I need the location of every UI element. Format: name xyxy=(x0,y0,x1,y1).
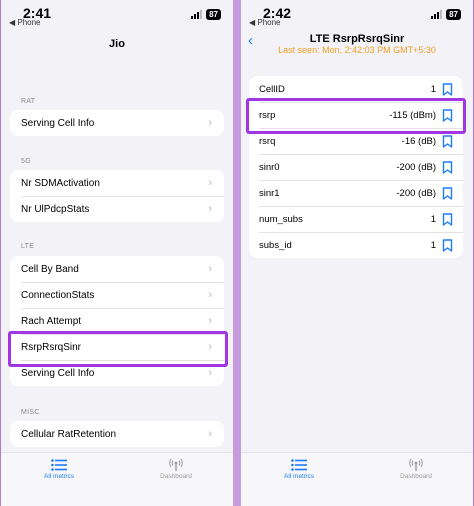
section-header-lte: LTE xyxy=(21,243,35,250)
antenna-icon xyxy=(169,459,183,471)
list-item-connectionstats[interactable]: ConnectionStats › xyxy=(10,282,224,308)
tab-label: All metrics xyxy=(284,473,314,480)
page-title: Jio xyxy=(109,38,125,50)
list-item-label: Nr UlPdcpStats xyxy=(21,203,90,215)
tab-bar: All metrics Dashboard xyxy=(1,452,233,506)
chevron-right-icon: › xyxy=(208,263,212,275)
tab-all-metrics[interactable]: All metrics xyxy=(19,459,99,480)
back-to-phone-link[interactable]: ◀ Phone xyxy=(9,18,41,27)
list-item-nr-sdmactivation[interactable]: Nr SDMActivation › xyxy=(10,170,224,196)
section-header-misc: MISC xyxy=(21,409,40,416)
metric-label: subs_id xyxy=(259,239,292,251)
metric-row-sinr0: sinr0 -200 (dB) xyxy=(249,154,463,180)
group-rat: Serving Cell Info › xyxy=(10,110,224,136)
metric-row-num-subs: num_subs 1 xyxy=(249,206,463,232)
tab-dashboard[interactable]: Dashboard xyxy=(376,459,456,480)
metric-value: 1 xyxy=(430,83,436,95)
tab-label: Dashboard xyxy=(160,473,192,480)
highlight-box xyxy=(246,98,466,134)
metric-value: -200 (dB) xyxy=(396,161,436,173)
chevron-right-icon: › xyxy=(208,203,212,215)
list-icon xyxy=(291,459,307,471)
list-item-label: Serving Cell Info xyxy=(21,367,95,379)
status-icons: 87 xyxy=(191,9,221,20)
chevron-right-icon: › xyxy=(208,315,212,327)
list-item-cellular-ratretention[interactable]: Cellular RatRetention › xyxy=(10,421,224,447)
tab-all-metrics[interactable]: All metrics xyxy=(259,459,339,480)
bookmark-icon[interactable] xyxy=(442,186,453,200)
list-item-nr-ulpdcpstats[interactable]: Nr UlPdcpStats › xyxy=(10,196,224,222)
group-misc: Cellular RatRetention › xyxy=(10,421,224,447)
list-item-label: Nr SDMActivation xyxy=(21,177,100,189)
bookmark-icon[interactable] xyxy=(442,160,453,174)
highlight-box xyxy=(8,331,228,367)
metric-value: -200 (dB) xyxy=(396,187,436,199)
bookmark-icon[interactable] xyxy=(442,82,453,96)
metric-value: 1 xyxy=(430,239,436,251)
back-to-phone-link[interactable]: ◀ Phone xyxy=(249,18,281,27)
chevron-right-icon: › xyxy=(208,367,212,379)
antenna-icon xyxy=(409,459,423,471)
tab-label: All metrics xyxy=(44,473,74,480)
metric-label: sinr1 xyxy=(259,187,280,199)
metric-label: rsrq xyxy=(259,135,276,147)
metric-value: 1 xyxy=(430,213,436,225)
tab-bar: All metrics Dashboard xyxy=(241,452,473,506)
metric-label: sinr0 xyxy=(259,161,280,173)
divider xyxy=(233,0,241,506)
list-item-cell-by-band[interactable]: Cell By Band › xyxy=(10,256,224,282)
metric-label: num_subs xyxy=(259,213,303,225)
metric-row-sinr1: sinr1 -200 (dB) xyxy=(249,180,463,206)
right-screen: 2:42 ◀ Phone 87 ‹ LTE RsrpRsrqSinr Last … xyxy=(241,0,473,506)
section-header-rat: RAT xyxy=(21,98,36,105)
battery-icon: 87 xyxy=(446,9,461,20)
chevron-right-icon: › xyxy=(208,289,212,301)
list-item-label: Cell By Band xyxy=(21,263,79,275)
metric-value: -16 (dB) xyxy=(401,135,436,147)
list-item-label: Cellular RatRetention xyxy=(21,428,117,440)
signal-icon xyxy=(431,10,443,19)
list-item-label: Rach Attempt xyxy=(21,315,82,327)
list-item-label: Serving Cell Info xyxy=(21,117,95,129)
status-icons: 87 xyxy=(431,9,461,20)
bookmark-icon[interactable] xyxy=(442,212,453,226)
metric-label: CellID xyxy=(259,83,285,95)
left-screen: 2:41 ◀ Phone 87 Jio RAT Serving Cell Inf… xyxy=(1,0,233,506)
section-header-5g: 5G xyxy=(21,158,31,165)
bookmark-icon[interactable] xyxy=(442,134,453,148)
page-title: LTE RsrpRsrqSinr xyxy=(309,33,405,45)
signal-icon xyxy=(191,10,203,19)
last-seen-subtitle: Last seen: Mon, 2:42:03 PM GMT+5:30 xyxy=(278,45,436,55)
chevron-right-icon: › xyxy=(208,428,212,440)
list-icon xyxy=(51,459,67,471)
chevron-right-icon: › xyxy=(208,117,212,129)
bookmark-icon[interactable] xyxy=(442,238,453,252)
metric-row-subs-id: subs_id 1 xyxy=(249,232,463,258)
battery-icon: 87 xyxy=(206,9,221,20)
group-5g: Nr SDMActivation › Nr UlPdcpStats › xyxy=(10,170,224,222)
tab-label: Dashboard xyxy=(400,473,432,480)
list-item-serving-cell-info[interactable]: Serving Cell Info › xyxy=(10,110,224,136)
chevron-right-icon: › xyxy=(208,177,212,189)
tab-dashboard[interactable]: Dashboard xyxy=(136,459,216,480)
list-item-label: ConnectionStats xyxy=(21,289,95,301)
